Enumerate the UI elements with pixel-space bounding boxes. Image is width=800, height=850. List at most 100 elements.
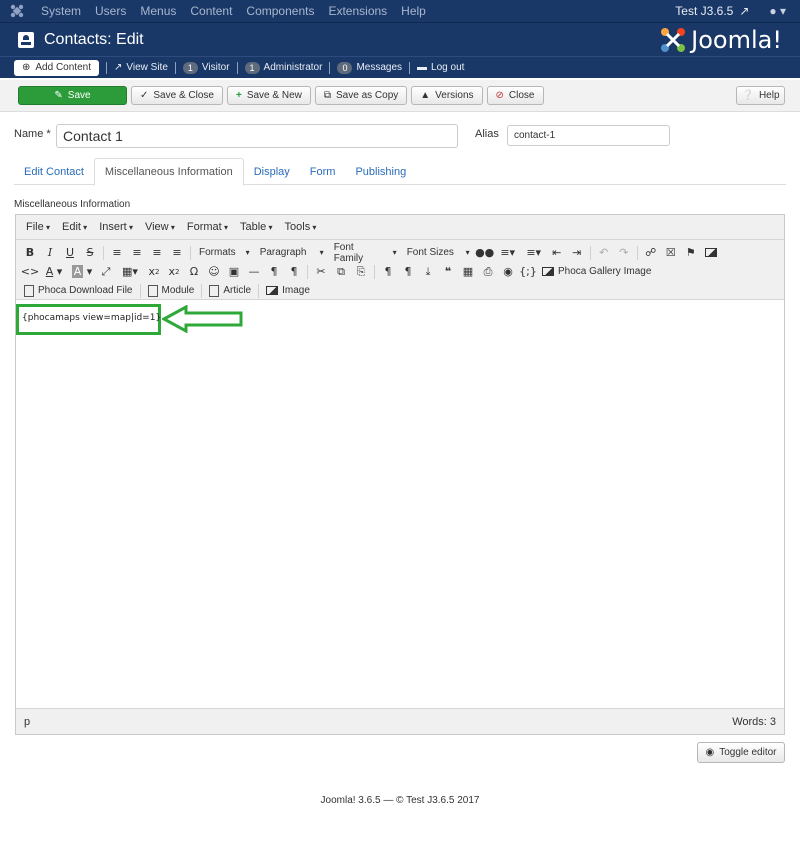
underline-icon[interactable]: U (60, 244, 80, 262)
versions-button[interactable]: ▲ Versions (411, 86, 483, 105)
image-icon[interactable] (701, 244, 721, 262)
bullet-list-icon[interactable]: ≡▾ (495, 244, 521, 262)
editor-menu-edit[interactable]: Edit (56, 221, 93, 233)
font-sizes-dropdown[interactable]: Font Sizes (402, 244, 475, 262)
visual-aid-icon[interactable]: ▦ (458, 263, 478, 281)
save-new-button[interactable]: + Save & New (226, 86, 311, 105)
tab-display[interactable]: Display (244, 158, 300, 185)
visitor-indicator[interactable]: 1 Visitor (182, 61, 230, 74)
undo-icon[interactable]: ↶ (594, 244, 614, 262)
plus-circle-icon: ⊕ (22, 62, 31, 73)
archive-icon: ▲ (420, 90, 431, 101)
align-center-icon[interactable]: ≡ (127, 244, 147, 262)
subscript-icon[interactable]: x2 (144, 263, 164, 281)
image-button[interactable]: Image (262, 282, 314, 300)
editor-menu-format[interactable]: Format (181, 221, 234, 233)
name-input[interactable]: Contact 1 (56, 124, 458, 148)
administrator-indicator[interactable]: 1 Administrator (244, 61, 322, 74)
save-close-button[interactable]: ✓ Save & Close (131, 86, 223, 105)
special-character-icon[interactable]: Ω (184, 263, 204, 281)
module-button[interactable]: Module (144, 282, 199, 300)
editor-content-area[interactable]: {phocamaps view=map|id=1} (16, 301, 784, 708)
fullscreen-icon[interactable]: ⤢ (96, 263, 116, 281)
align-right-icon[interactable]: ≡ (147, 244, 167, 262)
editor-paragraph[interactable]: {phocamaps view=map|id=1} (22, 313, 161, 323)
site-name-link[interactable]: Test J3.6.5 (675, 4, 733, 18)
paste-icon[interactable]: ⎘ (351, 263, 371, 281)
tab-form[interactable]: Form (300, 158, 346, 185)
toggle-editor-button[interactable]: ◉ Toggle editor (697, 742, 785, 763)
save-button[interactable]: ✎ Save (18, 86, 127, 105)
editor-menu-view[interactable]: View (139, 221, 181, 233)
phoca-download-file-button[interactable]: Phoca Download File (20, 282, 137, 300)
ltr-icon[interactable]: ¶ (264, 263, 284, 281)
horizontal-rule-icon[interactable]: — (244, 263, 264, 281)
menu-menus[interactable]: Menus (133, 4, 183, 18)
menu-system[interactable]: System (34, 4, 88, 18)
alias-input[interactable]: contact-1 (507, 125, 670, 146)
source-code-icon[interactable]: <> (20, 263, 40, 281)
visual-chars-icon[interactable]: ¶ (398, 263, 418, 281)
strikethrough-icon[interactable]: S (80, 244, 100, 262)
editor-menu-file[interactable]: File (20, 221, 56, 233)
editor-menu-tools[interactable]: Tools (279, 221, 323, 233)
view-site-link[interactable]: ↗ View Site (114, 62, 168, 73)
add-content-button[interactable]: ⊕ Add Content (14, 59, 99, 76)
font-family-dropdown[interactable]: Font Family (329, 242, 402, 264)
menu-content[interactable]: Content (183, 4, 239, 18)
menu-help[interactable]: Help (394, 4, 433, 18)
save-copy-button[interactable]: ⧉ Save as Copy (314, 86, 408, 105)
user-menu-icon[interactable]: ● ▾ (769, 4, 786, 18)
paragraph-dropdown[interactable]: Paragraph (255, 244, 329, 262)
print-icon[interactable]: ⎙ (478, 263, 498, 281)
unlink-icon[interactable]: ☒ (661, 244, 681, 262)
tab-publishing[interactable]: Publishing (345, 158, 416, 185)
top-menu: System Users Menus Content Components Ex… (34, 4, 433, 18)
editor-menu-table[interactable]: Table (234, 221, 279, 233)
table-icon[interactable]: ▦▾ (116, 263, 144, 281)
blockquote-icon[interactable]: ❝ (438, 263, 458, 281)
redo-icon[interactable]: ↷ (614, 244, 634, 262)
numbered-list-icon[interactable]: ≡▾ (521, 244, 547, 262)
preview-icon[interactable]: ◉ (498, 263, 518, 281)
code-sample-icon[interactable]: {;} (518, 263, 538, 281)
superscript-icon[interactable]: x2 (164, 263, 184, 281)
phoca-gallery-image-button[interactable]: Phoca Gallery Image (538, 263, 655, 281)
formats-dropdown[interactable]: Formats (194, 244, 255, 262)
editor-toolbar: B I U S ≡ ≡ ≡ ≡ Formats Paragraph Font F… (16, 240, 784, 300)
top-navbar: System Users Menus Content Components Ex… (0, 0, 800, 22)
picture-icon (266, 286, 279, 295)
copy-icon[interactable]: ⧉ (331, 263, 351, 281)
help-button[interactable]: ❔ Help (736, 86, 785, 105)
media-icon[interactable]: ▣ (224, 263, 244, 281)
tab-edit-contact[interactable]: Edit Contact (14, 158, 94, 185)
align-justify-icon[interactable]: ≡ (167, 244, 187, 262)
align-left-icon[interactable]: ≡ (107, 244, 127, 262)
menu-users[interactable]: Users (88, 4, 133, 18)
anchor-icon[interactable]: ⚑ (681, 244, 701, 262)
background-color-icon[interactable]: A ▾ (68, 263, 96, 281)
close-button[interactable]: ⊘ Close (486, 86, 544, 105)
bold-icon[interactable]: B (20, 244, 40, 262)
editor-menu-insert[interactable]: Insert (93, 221, 139, 233)
indent-icon[interactable]: ⇥ (567, 244, 587, 262)
article-button[interactable]: Article (205, 282, 255, 300)
emoticons-icon[interactable]: ☺ (204, 263, 224, 281)
divider (258, 283, 260, 298)
tab-miscellaneous-information[interactable]: Miscellaneous Information (93, 158, 244, 186)
cut-icon[interactable]: ✂ (311, 263, 331, 281)
menu-extensions[interactable]: Extensions (321, 4, 394, 18)
text-color-icon[interactable]: A ▾ (40, 263, 68, 281)
outdent-icon[interactable]: ⇤ (547, 244, 567, 262)
link-icon[interactable]: ☍ (641, 244, 661, 262)
find-replace-icon[interactable]: ●● (475, 244, 495, 262)
messages-indicator[interactable]: 0 Messages (337, 61, 402, 74)
rtl-icon[interactable]: ¶ (284, 263, 304, 281)
insert-template-icon[interactable]: ⤓ (418, 263, 438, 281)
italic-icon[interactable]: I (40, 244, 60, 262)
menu-components[interactable]: Components (239, 4, 321, 18)
show-blocks-icon[interactable]: ¶ (378, 263, 398, 281)
joomla-menu-icon[interactable] (0, 4, 34, 18)
element-path[interactable]: p (24, 716, 30, 728)
logout-link[interactable]: ▬ Log out (417, 62, 464, 73)
